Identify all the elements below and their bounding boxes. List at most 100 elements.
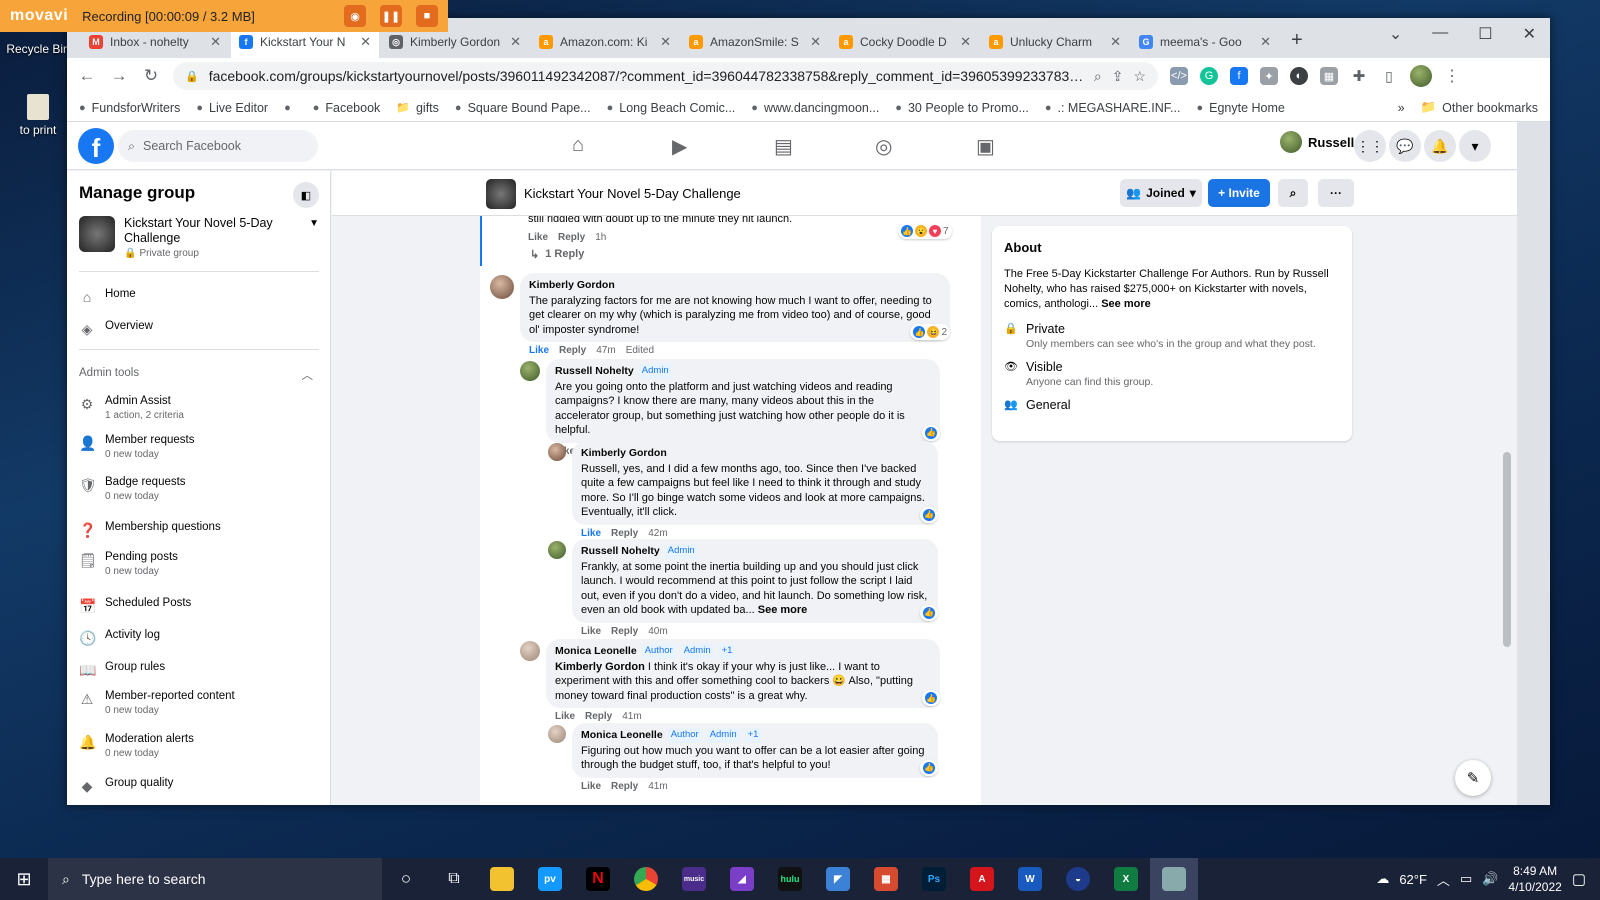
sidebar-item-group-quality[interactable]: ◆ Group quality (79, 777, 319, 795)
bookmark-10[interactable]: ● Egnyte Home (1196, 101, 1284, 115)
group-title[interactable]: Kickstart Your Novel 5-Day Challenge (486, 171, 741, 216)
forward-icon[interactable]: → (109, 66, 129, 86)
star-icon[interactable]: ☆ (1133, 68, 1146, 85)
affinity-designer-icon[interactable]: ◢ (718, 858, 766, 900)
facebook-search-input[interactable]: ⌕ Search Facebook (118, 130, 318, 162)
camera-icon[interactable]: ◉ (344, 5, 366, 27)
weather-icon[interactable]: ☁ (1376, 871, 1389, 887)
hulu-icon[interactable]: hulu (766, 858, 814, 900)
amazon-music-icon[interactable]: music (670, 858, 718, 900)
group-search-icon[interactable]: ⌕ (1278, 179, 1308, 207)
like-button[interactable]: Like (528, 232, 548, 243)
gaming-nav-icon[interactable]: ▣ (976, 134, 995, 159)
profile-button[interactable]: Russell (1280, 131, 1354, 153)
reload-icon[interactable]: ↻ (141, 66, 161, 86)
netflix-icon[interactable]: N (574, 858, 622, 900)
excel-icon[interactable]: X (1102, 858, 1150, 900)
caret-down-icon[interactable]: ▼ (309, 218, 319, 259)
like-button[interactable]: Like (581, 626, 601, 637)
tab-4[interactable]: a AmazonSmile: S ✕ (681, 26, 829, 58)
file-explorer-icon[interactable] (478, 858, 526, 900)
url-bar[interactable]: 🔒 facebook.com/groups/kickstartyournovel… (173, 62, 1158, 90)
marketplace-nav-icon[interactable]: ▤ (774, 134, 793, 159)
compose-message-icon[interactable]: ✎ (1455, 760, 1491, 796)
sidebar-item-scheduled-posts[interactable]: 📅 Scheduled Posts (79, 597, 319, 615)
close-tab-icon[interactable]: ✕ (810, 34, 821, 50)
more-options-icon[interactable]: ··· (1318, 179, 1354, 207)
movavi-taskbar-icon[interactable] (1150, 858, 1198, 900)
weather-temp[interactable]: 62°F (1399, 872, 1427, 887)
tab-6[interactable]: a Unlucky Charm ✕ (981, 26, 1129, 58)
groups-nav-icon[interactable]: ◎ (875, 134, 892, 159)
sidebar-item-admin-assist[interactable]: ⚙ Admin Assist 1 action, 2 criteria (79, 395, 319, 421)
acrobat-icon[interactable]: A (958, 858, 1006, 900)
facebook-logo-icon[interactable]: f (78, 128, 114, 164)
sidebar-item-pending-posts[interactable]: 🗒 Pending posts 0 new today (79, 551, 319, 577)
sidebar-item-activity-log[interactable]: 🕓 Activity log (79, 629, 319, 647)
reply-button[interactable]: Reply (611, 626, 638, 637)
like-button[interactable]: Like (555, 711, 575, 722)
chrome-icon[interactable] (622, 858, 670, 900)
mention-link[interactable]: Kimberly Gordon (555, 661, 645, 673)
reaction-badge[interactable]: 👍 (920, 759, 938, 776)
group-switcher[interactable]: Kickstart Your Novel 5-Day Challenge 🔒 Pr… (79, 216, 319, 259)
home-nav-icon[interactable]: ⌂ (572, 134, 584, 157)
sidebar-item-badge-requests[interactable]: 🛡 Badge requests 0 new today (79, 476, 319, 502)
back-icon[interactable]: ← (77, 66, 97, 86)
tab-5[interactable]: a Cocky Doodle D ✕ (831, 26, 979, 58)
bookmark-5[interactable]: ● Square Bound Pape... (455, 101, 591, 115)
sidebar-item-group-rules[interactable]: 📖 Group rules (79, 661, 319, 679)
extension-code-icon[interactable]: </> (1170, 67, 1188, 85)
commenter-avatar[interactable] (548, 443, 566, 461)
reaction-badge[interactable]: 👍 (920, 506, 938, 523)
more-bookmarks-icon[interactable]: » (1398, 101, 1405, 115)
taskbar-search[interactable]: ⌕ Type here to search (48, 858, 382, 900)
facebook-extension-icon[interactable]: f (1230, 67, 1248, 85)
recycle-bin-desktop-icon[interactable]: Recycle Bin (4, 28, 72, 56)
sidebar-icon[interactable]: ▯ (1380, 67, 1398, 85)
commenter-name[interactable]: Kimberly Gordon (581, 446, 667, 461)
reply-button[interactable]: Reply (559, 345, 586, 356)
close-tab-icon[interactable]: ✕ (360, 34, 371, 50)
see-more-link[interactable]: See more (758, 604, 808, 616)
commenter-avatar[interactable] (520, 361, 540, 381)
sidebar-item-moderation-alerts[interactable]: 🔔 Moderation alerts 0 new today (79, 733, 319, 759)
notification-center-icon[interactable]: ▢ (1572, 870, 1586, 888)
commenter-name[interactable]: Russell Nohelty (581, 544, 660, 559)
tab-3[interactable]: a Amazon.com: Ki ✕ (531, 26, 679, 58)
close-tab-icon[interactable]: ✕ (1110, 34, 1121, 50)
reply-button[interactable]: Reply (611, 528, 638, 539)
bookmark-6[interactable]: ● Long Beach Comic... (607, 101, 736, 115)
close-tab-icon[interactable]: ✕ (510, 34, 521, 50)
messenger-icon[interactable]: 💬 (1389, 130, 1421, 162)
bookmark-9[interactable]: ● .: MEGASHARE.INF... (1045, 101, 1181, 115)
word-icon[interactable]: W (1006, 858, 1054, 900)
sidebar-item-member-reported-content[interactable]: ⚠ Member-reported content 0 new today (79, 690, 319, 716)
commenter-avatar[interactable] (520, 641, 540, 661)
joined-button[interactable]: 👥 Joined ▾ (1120, 179, 1202, 207)
minimize-icon[interactable]: — (1432, 24, 1448, 44)
task-view-icon[interactable]: ⧉ (430, 858, 478, 900)
commenter-avatar[interactable] (490, 275, 514, 299)
extension-icon[interactable]: ◐ (1290, 67, 1308, 85)
puzzle-icon[interactable]: ✚ (1350, 67, 1368, 85)
menu-grid-icon[interactable]: ⋮⋮ (1354, 130, 1386, 162)
affinity-publisher-icon[interactable]: ▦ (862, 858, 910, 900)
bookmark-4[interactable]: 📁 gifts (396, 101, 439, 115)
admin-tools-header[interactable]: Admin tools ︿ (79, 367, 313, 383)
bookmark-8[interactable]: ● 30 People to Promo... (895, 101, 1029, 115)
reply-button[interactable]: Reply (558, 232, 585, 243)
reaction-badge[interactable]: 👍 (920, 604, 938, 621)
like-button[interactable]: Like (529, 345, 549, 356)
photoshop-icon[interactable]: Ps (910, 858, 958, 900)
new-tab-icon[interactable]: + (1291, 29, 1303, 52)
to-print-desktop-icon[interactable]: to print (4, 94, 72, 137)
close-tab-icon[interactable]: ✕ (1260, 34, 1271, 50)
extension-icon-2[interactable]: ▦ (1320, 67, 1338, 85)
close-tab-icon[interactable]: ✕ (660, 34, 671, 50)
bookmark-3[interactable]: ● Facebook (313, 101, 381, 115)
commenter-name[interactable]: Kimberly Gordon (529, 278, 615, 293)
bookmark-0[interactable]: ● FundsforWriters (79, 101, 180, 115)
stop-icon[interactable]: ■ (416, 5, 438, 27)
profile-avatar[interactable] (1410, 65, 1432, 87)
